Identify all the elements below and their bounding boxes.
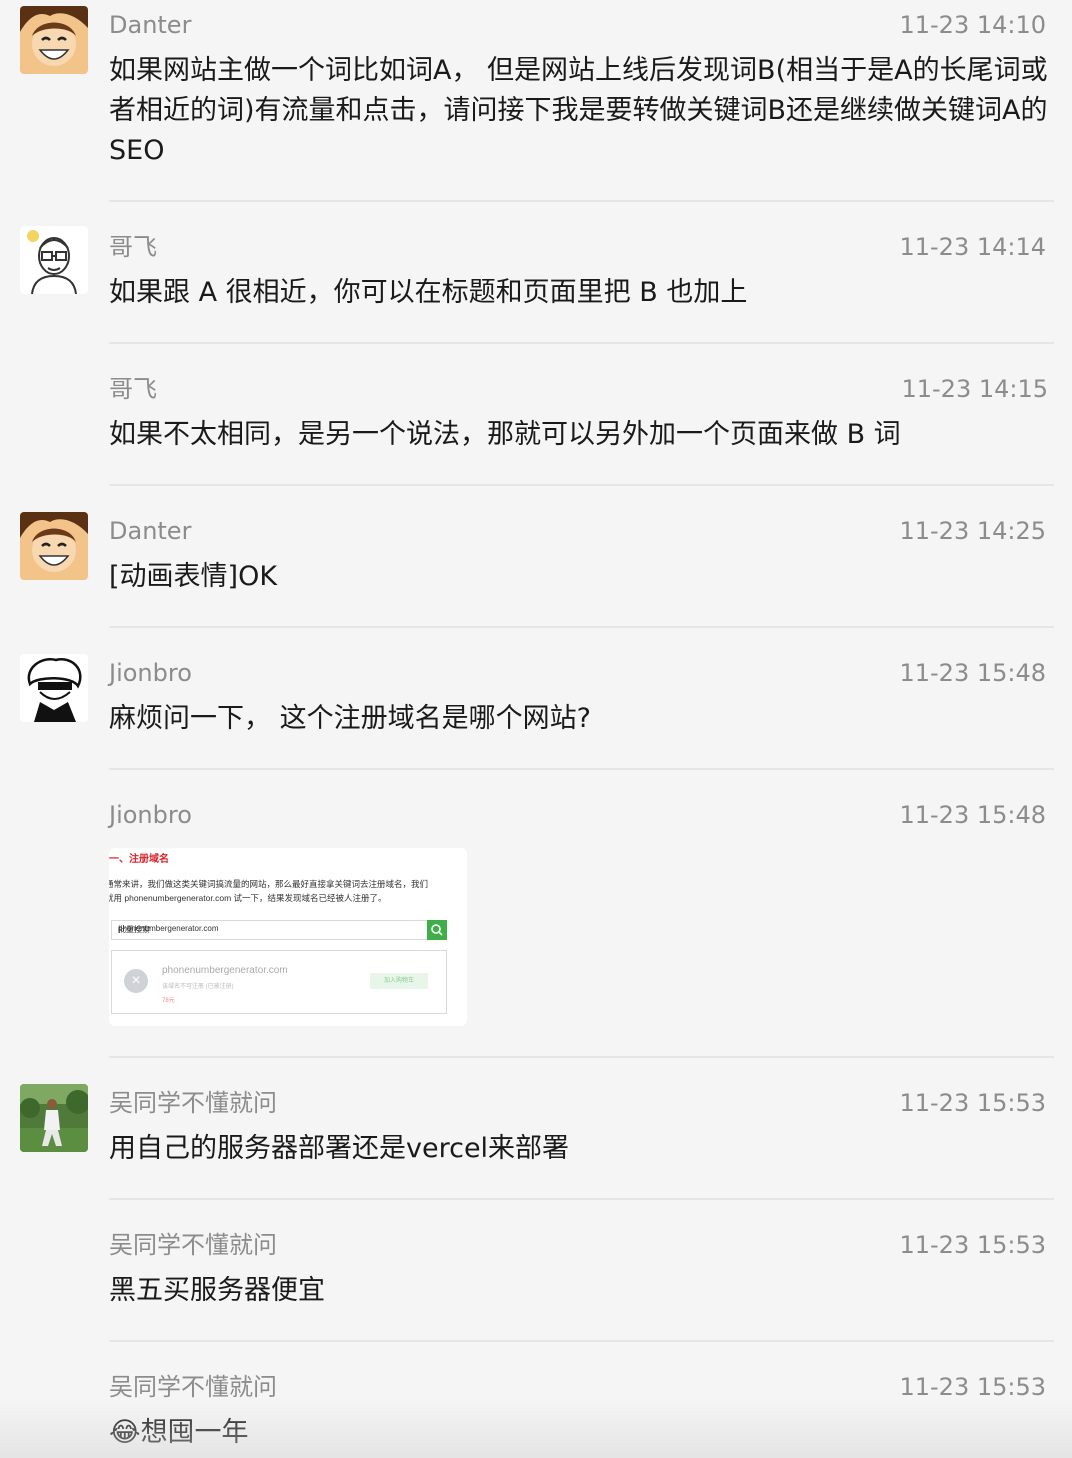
image-paragraph-line: 通常来讲，我们做这类关键词搞流量的网站，那么最好直接拿关键词去注册域名，我们 bbox=[109, 879, 429, 889]
sender-name[interactable]: Danter bbox=[109, 516, 191, 546]
message-text: 麻烦问一下， 这个注册域名是哪个网站? bbox=[109, 703, 591, 734]
sender-name[interactable]: 哥飞 bbox=[109, 374, 157, 404]
result-domain: phonenumbergenerator.com bbox=[162, 965, 288, 976]
photo-avatar-icon bbox=[20, 1084, 88, 1152]
message-text-body: 想囤一年 bbox=[140, 1417, 249, 1448]
message-text: 如果网站主做一个词比如词A， 但是网站上线后发现词B(相当于是A的长尾词或者相近… bbox=[109, 55, 1048, 166]
timestamp: 11-23 15:53 bbox=[899, 1231, 1046, 1259]
image-heading: 一、注册域名 bbox=[109, 854, 169, 865]
timestamp: 11-23 14:25 bbox=[899, 517, 1046, 545]
sender-name[interactable]: 哥飞 bbox=[109, 232, 157, 262]
separator bbox=[109, 200, 1054, 202]
timestamp: 11-23 14:14 bbox=[899, 233, 1046, 261]
domain-result-card: × phonenumbergenerator.com 该域名不可注册 (已被注册… bbox=[111, 950, 447, 1014]
message-text: 如果不太相同，是另一个说法，那就可以另外加一个页面来做 B 词 bbox=[109, 419, 901, 450]
timestamp: 11-23 15:53 bbox=[899, 1089, 1046, 1117]
message-text: 用自己的服务器部署还是vercel来部署 bbox=[109, 1133, 570, 1164]
sender-name[interactable]: Danter bbox=[109, 10, 191, 40]
separator bbox=[109, 768, 1054, 770]
result-status: 该域名不可注册 (已被注册) bbox=[162, 984, 234, 990]
timestamp: 11-23 14:10 bbox=[899, 11, 1046, 39]
domain-search-field: phonenumbergenerator.com 批量搜索 bbox=[111, 920, 429, 940]
separator bbox=[109, 1056, 1054, 1058]
separator bbox=[109, 626, 1054, 628]
message-text: 黑五买服务器便宜 bbox=[109, 1275, 325, 1306]
timestamp: 11-23 14:15 bbox=[901, 375, 1048, 403]
avatar-gefei[interactable] bbox=[20, 226, 88, 294]
close-icon: × bbox=[124, 969, 148, 993]
sender-name[interactable]: 吴同学不懂就问 bbox=[109, 1088, 277, 1118]
sender-name[interactable]: 吴同学不懂就问 bbox=[109, 1230, 277, 1260]
avatar-danter[interactable] bbox=[20, 6, 88, 74]
separator bbox=[109, 1198, 1054, 1200]
avatar-danter[interactable] bbox=[20, 512, 88, 580]
bulk-search-link: 批量搜索 bbox=[118, 925, 150, 934]
message-text: [动画表情]OK bbox=[109, 561, 278, 592]
sender-name[interactable]: 吴同学不懂就问 bbox=[109, 1372, 277, 1402]
timestamp: 11-23 15:53 bbox=[899, 1373, 1046, 1401]
tears-of-joy-emoji-icon: 😂 bbox=[109, 1417, 141, 1448]
avatar-wu[interactable] bbox=[20, 1084, 88, 1152]
avatar-jionbro[interactable] bbox=[20, 654, 88, 722]
message-text: 😂想囤一年 bbox=[109, 1413, 1049, 1453]
separator bbox=[109, 1340, 1054, 1342]
separator bbox=[109, 342, 1054, 344]
sketch-character-avatar-icon bbox=[20, 654, 88, 722]
sender-name[interactable]: Jionbro bbox=[109, 658, 192, 688]
timestamp: 11-23 15:48 bbox=[899, 659, 1046, 687]
separator bbox=[109, 484, 1054, 486]
timestamp: 11-23 15:48 bbox=[899, 801, 1046, 829]
anime-avatar-icon bbox=[20, 512, 88, 580]
sender-name[interactable]: Jionbro bbox=[109, 800, 192, 830]
image-paragraph-line: 就用 phonenumbergenerator.com 试一下，结果发现域名已经… bbox=[109, 893, 387, 903]
message-text: 如果跟 A 很相近，你可以在标题和页面里把 B 也加上 bbox=[109, 277, 748, 308]
anime-avatar-icon bbox=[20, 6, 88, 74]
cartoon-face-avatar-icon bbox=[20, 226, 88, 294]
result-price: 78元 bbox=[162, 998, 175, 1004]
add-to-cart-button: 加入购物车 bbox=[370, 973, 428, 989]
image-attachment[interactable]: 一、注册域名 通常来讲，我们做这类关键词搞流量的网站，那么最好直接拿关键词去注册… bbox=[109, 848, 467, 1026]
search-icon bbox=[427, 920, 447, 940]
